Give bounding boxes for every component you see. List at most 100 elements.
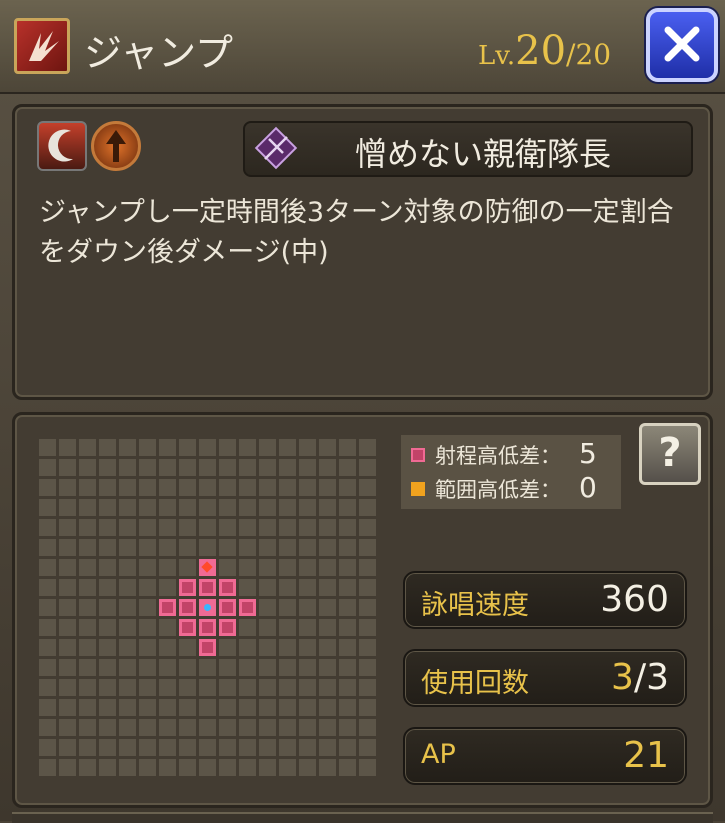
- grid-cell: [339, 539, 356, 556]
- grid-cell: [39, 639, 56, 656]
- grid-cell: [319, 699, 336, 716]
- level-prefix: Lv.: [478, 41, 516, 71]
- grid-cell: [299, 759, 316, 776]
- grid-cell: [159, 459, 176, 476]
- grid-cell: [159, 739, 176, 756]
- grid-cell: [299, 579, 316, 596]
- grid-cell: [179, 499, 196, 516]
- grid-cell: [99, 539, 116, 556]
- grid-cell: [119, 759, 136, 776]
- grid-cell: [59, 579, 76, 596]
- grid-cell: [219, 639, 236, 656]
- grid-cell: [299, 659, 316, 676]
- grid-cell: [139, 459, 156, 476]
- grid-cell: [279, 519, 296, 536]
- grid-cell: [59, 619, 76, 636]
- grid-cell: [259, 679, 276, 696]
- grid-cell: [199, 719, 216, 736]
- grid-cell: [359, 699, 376, 716]
- grid-cell: [59, 439, 76, 456]
- grid-cell: [99, 739, 116, 756]
- grid-cell: [79, 639, 96, 656]
- grid-cell: [139, 479, 156, 496]
- grid-cell: [219, 539, 236, 556]
- grid-cell: [79, 459, 96, 476]
- grid-cell: [139, 579, 156, 596]
- slash-element-icon: [37, 121, 87, 171]
- ap-value: 21: [623, 735, 669, 776]
- area-swatch: [411, 482, 425, 496]
- grid-cell-range: [199, 639, 216, 656]
- level-max: /20: [566, 38, 612, 71]
- close-button[interactable]: [646, 8, 718, 82]
- grid-cell: [339, 499, 356, 516]
- grid-cell: [339, 719, 356, 736]
- area-height-row: 範囲高低差：: [411, 472, 561, 506]
- grid-cell: [139, 719, 156, 736]
- grid-cell: [339, 619, 356, 636]
- grid-cell: [59, 739, 76, 756]
- grid-cell: [139, 639, 156, 656]
- grid-cell: [279, 739, 296, 756]
- grid-cell: [99, 639, 116, 656]
- grid-cell: [99, 559, 116, 576]
- grid-cell: [299, 439, 316, 456]
- grid-cell: [59, 659, 76, 676]
- grid-cell: [79, 719, 96, 736]
- grid-cell: [239, 579, 256, 596]
- grid-cell: [319, 439, 336, 456]
- grid-cell: [339, 659, 356, 676]
- grid-cell: [259, 759, 276, 776]
- grid-cell: [279, 759, 296, 776]
- grid-cell: [359, 679, 376, 696]
- grid-cell: [319, 659, 336, 676]
- grid-cell: [99, 679, 116, 696]
- grid-cell: [199, 459, 216, 476]
- grid-cell: [39, 699, 56, 716]
- grid-cell: [299, 619, 316, 636]
- grid-cell: [239, 699, 256, 716]
- grid-cell: [259, 619, 276, 636]
- grid-cell: [299, 639, 316, 656]
- grid-cell: [339, 459, 356, 476]
- grid-cell: [239, 679, 256, 696]
- area-height-label: 範囲高低差：: [435, 478, 561, 502]
- grid-cell: [159, 679, 176, 696]
- grid-cell: [259, 639, 276, 656]
- grid-cell: [299, 459, 316, 476]
- grid-cell: [259, 439, 276, 456]
- grid-cell: [279, 659, 296, 676]
- grid-cell: [359, 599, 376, 616]
- grid-cell: [39, 519, 56, 536]
- grid-cell: [319, 599, 336, 616]
- grid-cell: [339, 699, 356, 716]
- grid-cell-range: [239, 599, 256, 616]
- grid-cell: [79, 599, 96, 616]
- cast-speed-value: 360: [600, 579, 669, 620]
- grid-cell: [219, 719, 236, 736]
- grid-cell: [179, 559, 196, 576]
- height-legend: 射程高低差： 5 範囲高低差： 0: [401, 435, 621, 509]
- grid-cell: [199, 739, 216, 756]
- grid-cell: [119, 719, 136, 736]
- grid-cell: [319, 579, 336, 596]
- grid-cell: [299, 719, 316, 736]
- grid-cell: [219, 499, 236, 516]
- skill-level: Lv.20/20: [478, 28, 611, 74]
- grid-cell: [239, 659, 256, 676]
- help-button[interactable]: ?: [639, 423, 701, 485]
- grid-cell: [59, 679, 76, 696]
- grid-cell: [199, 539, 216, 556]
- grid-cell: [79, 479, 96, 496]
- grid-cell: [359, 659, 376, 676]
- grid-cell: [99, 659, 116, 676]
- grid-cell: [79, 539, 96, 556]
- grid-cell: [359, 639, 376, 656]
- level-current: 20: [515, 28, 567, 74]
- grid-cell: [99, 439, 116, 456]
- grid-cell: [139, 499, 156, 516]
- grid-cell: [59, 519, 76, 536]
- grid-cell: [99, 619, 116, 636]
- grid-cell: [39, 559, 56, 576]
- grid-cell: [159, 659, 176, 676]
